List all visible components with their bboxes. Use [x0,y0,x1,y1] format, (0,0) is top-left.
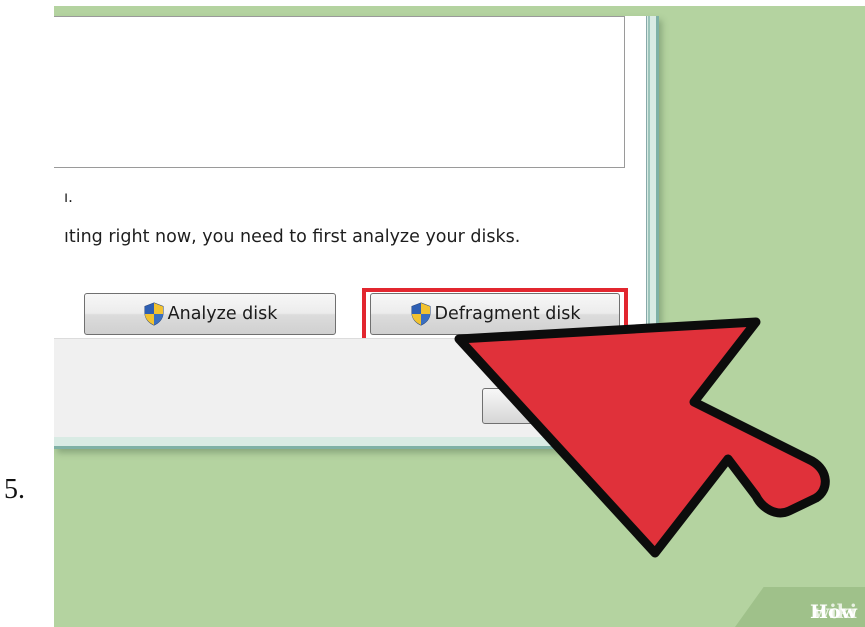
red-arrow-icon [454,317,830,558]
screenshot-area: ı. ıting right now, you need to first an… [54,6,865,627]
watermark-how: How [810,601,857,623]
step-number: 5. [4,474,25,505]
